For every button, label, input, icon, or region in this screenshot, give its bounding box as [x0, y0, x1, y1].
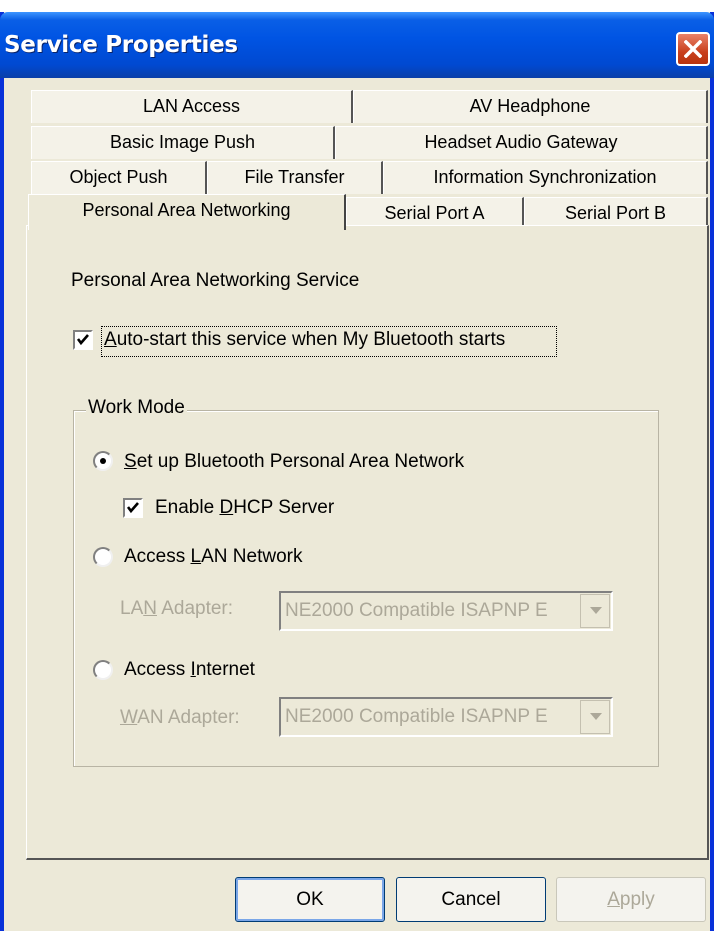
wan-adapter-value: NE2000 Compatible ISAPNP E — [285, 706, 548, 727]
title-bar[interactable]: Service Properties — [0, 12, 714, 78]
ok-label: OK — [296, 889, 324, 910]
ok-button[interactable]: OK — [235, 877, 385, 922]
checkmark-icon — [76, 334, 89, 346]
cancel-label: Cancel — [441, 889, 501, 910]
autostart-label[interactable]: Auto-start this service when My Bluetoot… — [104, 329, 505, 351]
tab-basic-image-push[interactable]: Basic Image Push — [31, 126, 335, 159]
dhcp-label[interactable]: Enable DHCP Server — [155, 497, 334, 519]
wan-adapter-select[interactable]: NE2000 Compatible ISAPNP E — [279, 697, 613, 737]
chevron-down-icon — [590, 607, 602, 614]
access-lan-radio[interactable] — [93, 547, 113, 567]
tab-label: Serial Port A — [384, 203, 485, 223]
access-internet-radio[interactable] — [93, 660, 113, 680]
work-mode-label: Work Mode — [86, 397, 187, 419]
cancel-button[interactable]: Cancel — [396, 877, 546, 922]
tab-headset-audio-gateway[interactable]: Headset Audio Gateway — [335, 126, 708, 159]
window-title: Service Properties — [4, 32, 238, 58]
chevron-down-icon — [590, 713, 602, 720]
tab-lan-access[interactable]: LAN Access — [31, 90, 353, 123]
dhcp-checkbox[interactable] — [123, 498, 143, 518]
tab-personal-area-networking[interactable]: Personal Area Networking — [28, 194, 346, 230]
tab-label: Headset Audio Gateway — [424, 132, 618, 152]
tab-file-transfer[interactable]: File Transfer — [207, 161, 383, 194]
access-internet-label[interactable]: Access Internet — [124, 659, 255, 681]
lan-adapter-dropdown-button[interactable] — [580, 594, 610, 628]
access-lan-label[interactable]: Access LAN Network — [124, 546, 302, 568]
tab-label: AV Headphone — [469, 96, 591, 116]
lan-adapter-select[interactable]: NE2000 Compatible ISAPNP E — [279, 591, 613, 631]
lan-adapter-label: LAN Adapter: — [120, 598, 234, 619]
radio-dot — [100, 458, 106, 464]
close-button[interactable] — [676, 32, 710, 66]
tab-label: Serial Port B — [564, 203, 667, 223]
lan-adapter-value: NE2000 Compatible ISAPNP E — [285, 600, 548, 621]
tab-label: Information Synchronization — [433, 167, 657, 187]
setup-pan-radio[interactable] — [93, 451, 113, 471]
wan-adapter-label: WAN Adapter: — [120, 707, 240, 728]
autostart-checkbox[interactable] — [73, 330, 93, 350]
setup-pan-label[interactable]: Set up Bluetooth Personal Area Network — [124, 451, 464, 473]
tab-object-push[interactable]: Object Push — [31, 161, 207, 194]
apply-button[interactable]: Apply — [556, 877, 706, 922]
checkmark-icon — [126, 502, 139, 514]
tab-label: File Transfer — [244, 167, 345, 187]
apply-label: Apply — [607, 889, 655, 910]
tab-information-synchronization[interactable]: Information Synchronization — [383, 161, 708, 194]
tab-label: LAN Access — [142, 96, 241, 116]
tab-label: Personal Area Networking — [82, 200, 291, 220]
service-heading: Personal Area Networking Service — [71, 270, 360, 291]
wan-adapter-dropdown-button[interactable] — [580, 700, 610, 734]
close-icon — [684, 40, 702, 58]
tab-av-headphone[interactable]: AV Headphone — [353, 90, 708, 123]
tab-label: Basic Image Push — [109, 132, 256, 152]
tab-label: Object Push — [69, 167, 168, 187]
